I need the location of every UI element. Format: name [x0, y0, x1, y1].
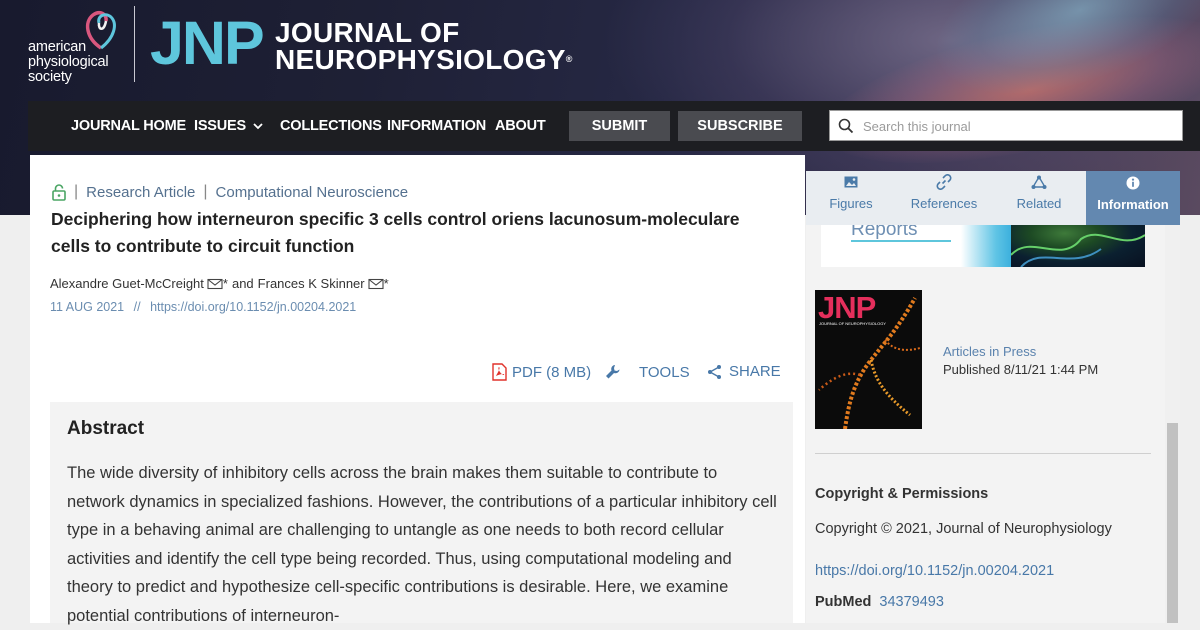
divider — [815, 453, 1151, 454]
tab-references[interactable]: References — [896, 171, 992, 225]
aps-line1: american — [28, 39, 87, 55]
tab-figures[interactable]: Figures — [806, 171, 896, 225]
ad-text: Reports — [851, 225, 918, 240]
articles-in-press-link[interactable]: Articles in Press — [943, 344, 1036, 359]
search-input[interactable] — [863, 115, 1173, 137]
journal-cover-thumbnail[interactable]: JNP JOURNAL OF NEUROPHYSIOLOGY — [815, 290, 922, 429]
search-box[interactable] — [829, 110, 1183, 141]
article-title: Deciphering how interneuron specific 3 c… — [51, 209, 740, 256]
link-icon — [936, 174, 952, 190]
journal-title-line1: JOURNAL OF — [275, 17, 460, 48]
wrench-icon — [606, 365, 620, 379]
pdf-icon — [492, 363, 507, 381]
chevron-down-icon — [253, 123, 263, 130]
publication-date: 11 AUG 2021 — [50, 300, 125, 314]
share-button[interactable]: SHARE — [707, 363, 781, 380]
scrollbar-thumb[interactable] — [1167, 423, 1178, 623]
email-icon[interactable] — [368, 278, 384, 290]
nav-about[interactable]: ABOUT — [495, 101, 546, 151]
corresponding-mark: * — [383, 276, 389, 291]
abstract-text: The wide diversity of inhibitory cells a… — [67, 464, 777, 625]
tab-related[interactable]: Related — [992, 171, 1086, 225]
logo-divider — [134, 6, 135, 82]
abstract-section: Abstract The wide diversity of inhibitor… — [50, 402, 793, 625]
search-icon[interactable] — [838, 118, 854, 134]
share-label: SHARE — [729, 363, 781, 380]
aps-ring-icon — [85, 11, 116, 50]
article-panel: | Research Article | Computational Neuro… — [30, 155, 805, 625]
info-icon — [1126, 176, 1140, 190]
abstract-heading: Abstract — [67, 418, 145, 439]
author-name[interactable]: Alexandre Guet-McCreight — [50, 276, 204, 291]
jnp-logo[interactable]: JNP — [150, 11, 265, 75]
article-type[interactable]: Research Article — [86, 184, 195, 201]
nav-collections[interactable]: COLLECTIONS — [280, 101, 382, 151]
copyright-heading: Copyright & Permissions — [815, 486, 989, 502]
ad-image — [1010, 225, 1145, 267]
author-name[interactable]: Frances K Skinner — [258, 276, 365, 291]
pubmed-id-link[interactable]: 34379493 — [879, 594, 944, 610]
nav-journal-home[interactable]: JOURNAL HOME — [71, 101, 186, 151]
pubmed-row: PubMed 34379493 — [815, 594, 944, 610]
journal-title-line2: NEUROPHYSIOLOGY® — [275, 44, 573, 75]
sidebar-ad-banner[interactable]: Reports — [821, 225, 1145, 267]
open-access-lock-icon — [52, 183, 66, 201]
image-icon — [844, 176, 858, 188]
article-meta-breadcrumb: | Research Article | Computational Neuro… — [52, 183, 408, 201]
pdf-label: PDF (8 MB) — [512, 363, 592, 381]
doi-link[interactable]: https://doi.org/10.1152/jn.00204.2021 — [150, 300, 356, 314]
share-icon — [708, 364, 721, 379]
tools-button[interactable]: TOOLS — [604, 363, 690, 381]
sidebar-tabs: Figures References Related Information — [806, 171, 1180, 225]
corresponding-mark: * — [222, 276, 228, 291]
author-list: Alexandre Guet-McCreight * and Frances K… — [50, 276, 389, 291]
email-icon[interactable] — [207, 278, 223, 290]
pubmed-label: PubMed — [815, 594, 872, 610]
published-date: Published 8/11/21 1:44 PM — [943, 362, 1099, 377]
pdf-button[interactable]: PDF (8 MB) — [492, 363, 591, 381]
article-section[interactable]: Computational Neuroscience — [216, 184, 409, 201]
nav-issues[interactable]: ISSUES — [194, 101, 263, 151]
aps-line2: physiological — [28, 54, 109, 70]
tab-information[interactable]: Information — [1086, 171, 1180, 225]
subscribe-button[interactable]: SUBSCRIBE — [678, 111, 802, 141]
tools-label: TOOLS — [639, 363, 690, 381]
submit-button[interactable]: SUBMIT — [569, 111, 670, 141]
publication-meta: 11 AUG 2021 // https://doi.org/10.1152/j… — [50, 300, 357, 314]
sidebar-doi-link[interactable]: https://doi.org/10.1152/jn.00204.2021 — [815, 563, 1054, 579]
author-and: and — [231, 276, 254, 291]
journal-title[interactable]: JOURNAL OF NEUROPHYSIOLOGY® — [275, 17, 573, 75]
aps-logo[interactable]: american physiological society — [28, 8, 140, 88]
aps-line3: society — [28, 69, 72, 85]
nav-information[interactable]: INFORMATION — [387, 101, 486, 151]
copyright-text: Copyright © 2021, Journal of Neurophysio… — [815, 521, 1112, 537]
network-icon — [1031, 175, 1047, 189]
sidebar-scrollbar[interactable] — [1165, 225, 1180, 623]
